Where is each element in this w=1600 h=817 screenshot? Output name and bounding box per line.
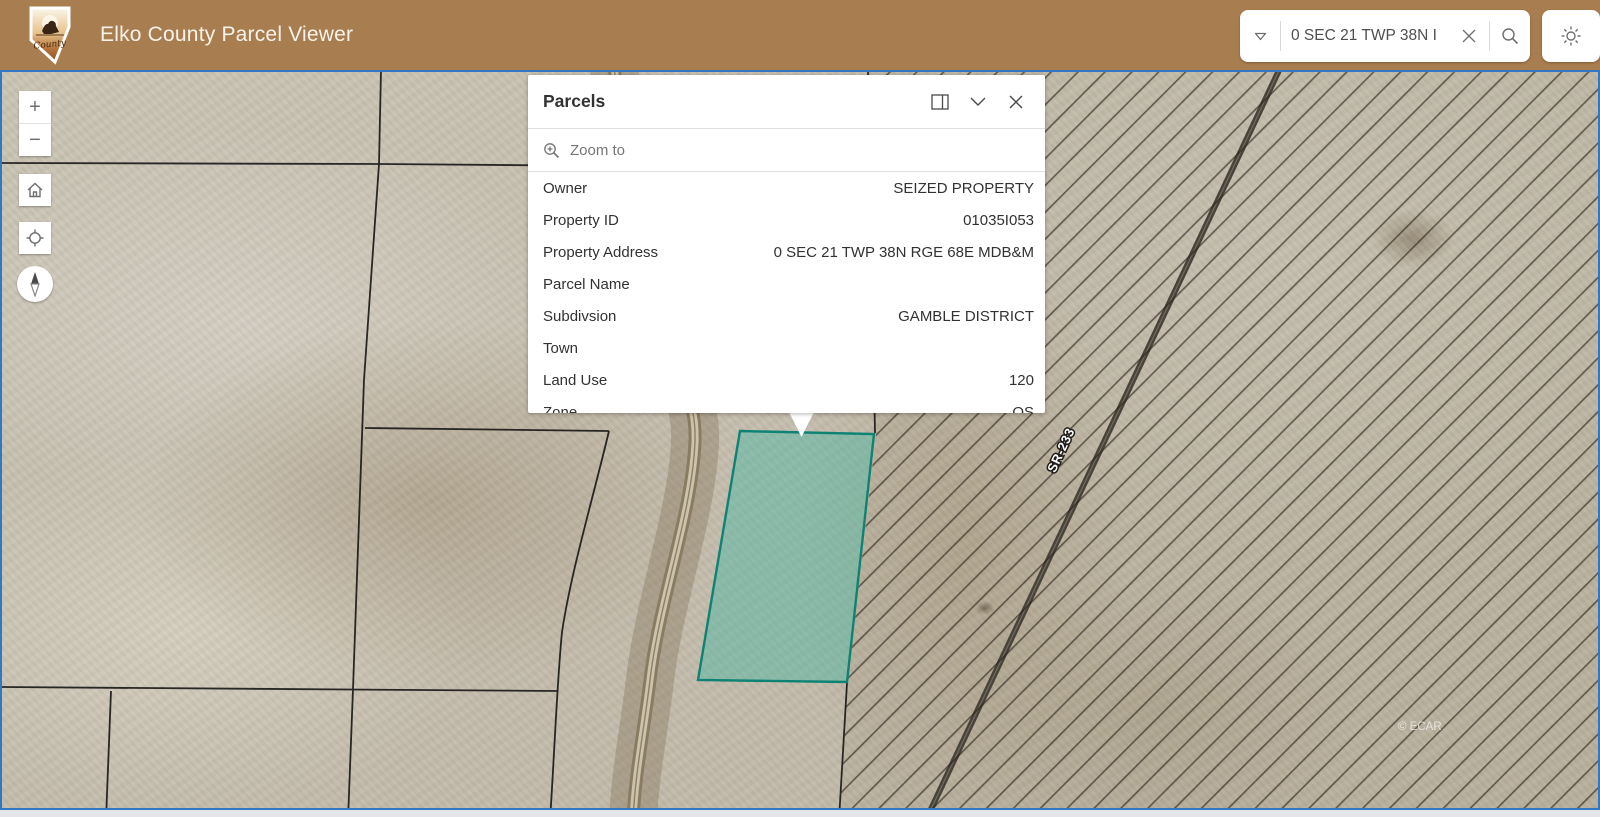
search-input[interactable]: 0 SEC 21 TWP 38N I xyxy=(1281,27,1449,45)
attribute-row: Land Use 120 xyxy=(528,364,1045,396)
locate-icon xyxy=(25,228,45,248)
popup-header: Parcels xyxy=(528,75,1045,128)
search-submit-button[interactable] xyxy=(1490,10,1530,62)
search-box: 0 SEC 21 TWP 38N I xyxy=(1240,10,1530,62)
zoom-to-label: Zoom to xyxy=(570,142,625,159)
county-logo: County xyxy=(26,5,76,65)
attribute-row: Town xyxy=(528,332,1045,364)
attribute-value: 0 SEC 21 TWP 38N RGE 68E MDB&M xyxy=(658,244,1034,261)
map-attribution: © ECAR xyxy=(1398,721,1442,733)
locate-button[interactable] xyxy=(19,222,51,254)
compass-button[interactable] xyxy=(17,266,53,302)
popup-title: Parcels xyxy=(543,91,921,112)
attribute-label: Parcel Name xyxy=(543,276,630,293)
selected-parcel-polygon[interactable] xyxy=(698,431,874,682)
zoom-in-button[interactable]: + xyxy=(19,91,51,123)
attribute-row: Property ID 01035I053 xyxy=(528,204,1045,236)
theme-toggle-button[interactable] xyxy=(1542,10,1600,62)
attribute-label: Zone xyxy=(543,404,577,414)
brightness-icon xyxy=(1560,25,1582,47)
chevron-down-icon xyxy=(970,97,986,106)
search-source-dropdown[interactable] xyxy=(1240,10,1280,62)
attribute-label: Town xyxy=(543,340,578,357)
attribute-label: Property Address xyxy=(543,244,658,261)
attribute-label: Property ID xyxy=(543,212,619,229)
zoom-out-button[interactable]: − xyxy=(19,124,51,156)
attribute-label: Land Use xyxy=(543,372,607,389)
home-icon xyxy=(26,181,44,199)
close-icon xyxy=(1009,95,1023,109)
attribute-row: Parcel Name xyxy=(528,268,1045,300)
app-title: Elko County Parcel Viewer xyxy=(100,0,353,70)
collapse-button[interactable] xyxy=(959,83,997,121)
attribute-row: Subdivsion GAMBLE DISTRICT xyxy=(528,300,1045,332)
home-button[interactable] xyxy=(19,174,51,206)
compass-needle-icon xyxy=(25,271,45,297)
clear-x-icon xyxy=(1462,29,1476,43)
attribute-value: 01035I053 xyxy=(619,212,1034,229)
attribute-row: Zone OS xyxy=(528,396,1045,413)
attribute-value: 120 xyxy=(607,372,1034,389)
zoom-widget: + − xyxy=(19,91,51,156)
zoom-to-icon xyxy=(543,142,560,159)
dropdown-triangle-icon xyxy=(1254,32,1267,41)
zoom-to-action[interactable]: Zoom to xyxy=(528,129,1045,171)
dock-button[interactable] xyxy=(921,83,959,121)
close-button[interactable] xyxy=(997,83,1035,121)
svg-text:County: County xyxy=(33,38,67,51)
attribute-row: Owner SEIZED PROPERTY xyxy=(528,172,1045,204)
attribute-value: GAMBLE DISTRICT xyxy=(616,308,1034,325)
attribute-label: Owner xyxy=(543,180,587,197)
attribute-value: OS xyxy=(577,404,1034,414)
search-icon xyxy=(1501,27,1519,45)
attribute-table: Owner SEIZED PROPERTY Property ID 01035I… xyxy=(528,172,1045,413)
attribute-row: Property Address 0 SEC 21 TWP 38N RGE 68… xyxy=(528,236,1045,268)
attribute-value: SEIZED PROPERTY xyxy=(587,180,1034,197)
parcel-popup: Parcels Zoom to Owner SEIZ xyxy=(528,75,1045,413)
search-clear-button[interactable] xyxy=(1449,10,1489,62)
dock-icon xyxy=(931,94,949,110)
app-header: County Elko County Parcel Viewer 0 SEC 2… xyxy=(0,0,1600,70)
attribute-label: Subdivsion xyxy=(543,308,616,325)
